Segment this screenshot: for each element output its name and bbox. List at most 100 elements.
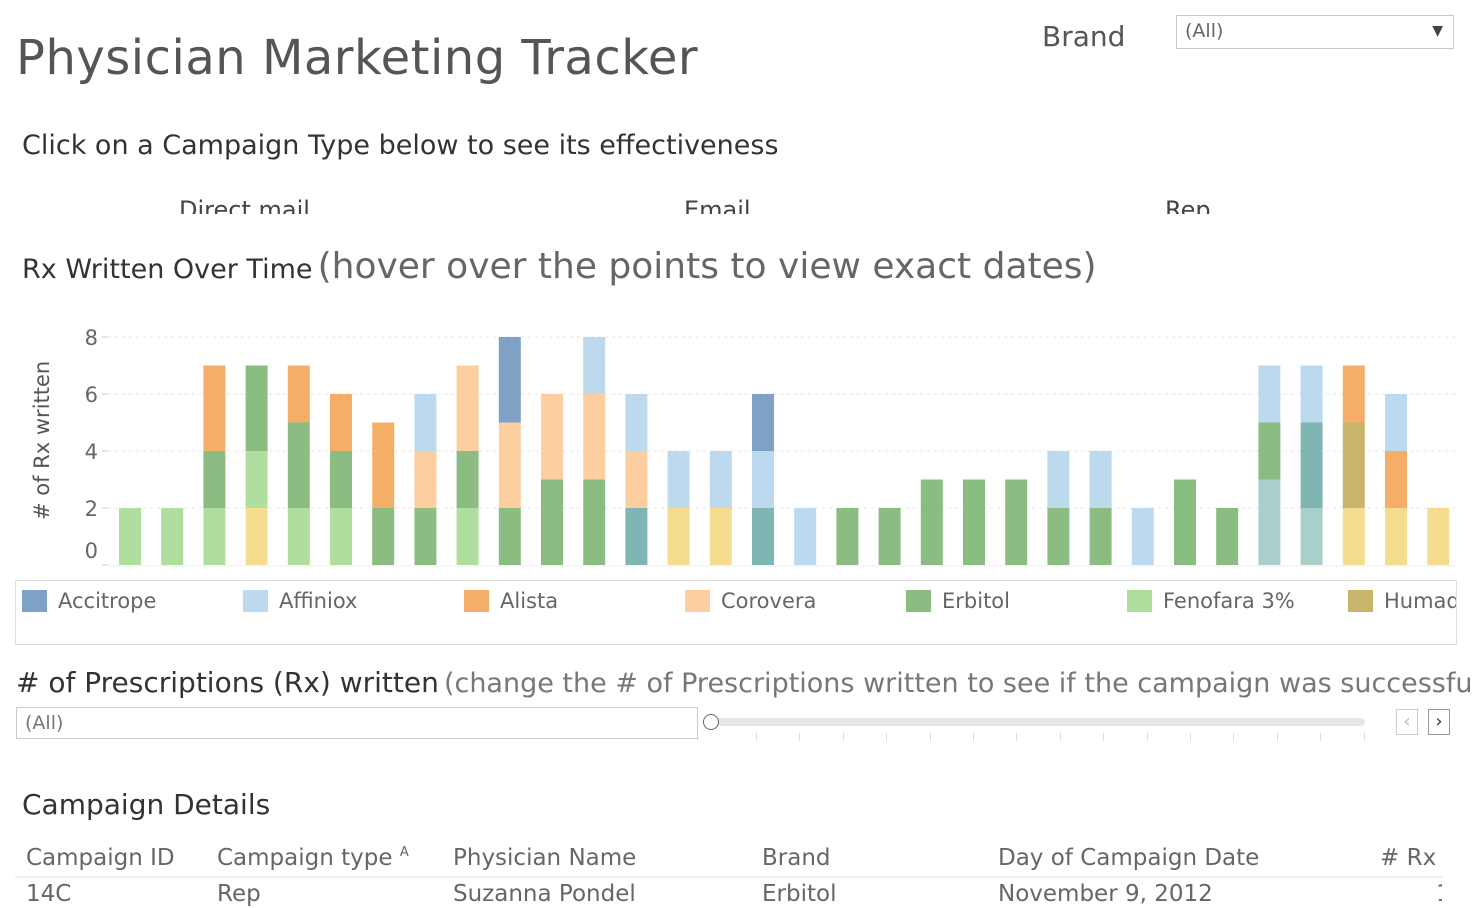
- bar-segment-erbitol[interactable]: [1174, 479, 1196, 566]
- legend-item[interactable]: Corovera: [685, 589, 816, 613]
- bar-segment-erbitol[interactable]: [330, 451, 352, 508]
- bar-segment-fenofara-3-[interactable]: [245, 451, 268, 508]
- bar-segment-erbitol[interactable]: [963, 479, 985, 566]
- bar-segment-alista[interactable]: [1385, 451, 1407, 508]
- bar-segment-corovera[interactable]: [625, 451, 648, 508]
- rx-filter-input[interactable]: (All): [16, 707, 698, 739]
- bar-segment-fenofara-3-[interactable]: [203, 508, 226, 565]
- bar-segment-erbitol[interactable]: [287, 422, 310, 509]
- bar-segment-affiniox[interactable]: [1089, 451, 1112, 508]
- y-tick-label: 2: [85, 497, 98, 521]
- rx-slider-handle[interactable]: [703, 714, 719, 730]
- bar-segment-fenofara-3-[interactable]: [456, 508, 479, 565]
- bar-segment[interactable]: [1342, 508, 1365, 565]
- bar-segment-affiniox[interactable]: [414, 394, 437, 451]
- bar-segment-affiniox[interactable]: [794, 508, 817, 565]
- chevron-right-icon[interactable]: ›: [1428, 709, 1450, 735]
- bar-segment-erbitol[interactable]: [541, 479, 563, 566]
- campaign-type-email[interactable]: Email: [684, 196, 751, 214]
- bar-segment-alista[interactable]: [1342, 365, 1365, 423]
- bar-segment-erbitol[interactable]: [1216, 508, 1239, 565]
- chart-legend: Accitrope Affiniox Alista Corovera Erbitol Fe…: [15, 580, 1457, 645]
- bar-segment-erbitol[interactable]: [1258, 422, 1281, 480]
- sort-az-icon[interactable]: A: [400, 845, 409, 860]
- bar-segment-affiniox[interactable]: [1300, 365, 1323, 423]
- bar-segment-affiniox[interactable]: [667, 451, 690, 508]
- bar-segment-affiniox[interactable]: [1385, 394, 1407, 451]
- bar-segment-erbitol[interactable]: [414, 508, 437, 565]
- column-header[interactable]: Day of Campaign Date: [998, 845, 1259, 871]
- bar-segment-alista[interactable]: [203, 365, 226, 452]
- bar-segment[interactable]: [245, 508, 268, 565]
- bar-segment-erbitol[interactable]: [1005, 479, 1028, 566]
- bar-segment-affiniox[interactable]: [1047, 451, 1070, 508]
- bar-segment-alista[interactable]: [372, 422, 395, 509]
- bar-segment-corovera[interactable]: [583, 394, 606, 480]
- legend-item[interactable]: Erbitol: [906, 589, 1010, 613]
- bar-segment[interactable]: [1385, 508, 1407, 565]
- campaign-type-direct-mail[interactable]: Direct mail: [179, 196, 310, 214]
- legend-swatch: [1348, 590, 1373, 612]
- bar-segment-corovera[interactable]: [498, 422, 521, 509]
- bar-segment-fenofara-3-[interactable]: [161, 508, 184, 565]
- bar-segment-erbitol[interactable]: [836, 508, 859, 565]
- bar-segment-erbitol[interactable]: [203, 451, 226, 508]
- table-cell: 14C: [26, 881, 72, 907]
- column-header[interactable]: Campaign ID: [26, 845, 175, 871]
- bar-segment[interactable]: [1427, 508, 1450, 565]
- chevron-left-icon[interactable]: ‹: [1396, 709, 1418, 735]
- column-header[interactable]: Physician Name: [453, 845, 636, 871]
- slider-tick: [1190, 733, 1191, 741]
- campaign-type-rep[interactable]: Rep: [1165, 196, 1211, 214]
- legend-label: Corovera: [721, 589, 817, 613]
- bar-segment-fenofara-3-[interactable]: [287, 508, 310, 565]
- bar-segment-erbitol[interactable]: [372, 508, 395, 565]
- bar-segment-alista[interactable]: [287, 365, 310, 423]
- bar-segment-corovera[interactable]: [414, 451, 437, 508]
- bar-segment[interactable]: [1258, 479, 1281, 566]
- legend-swatch: [243, 590, 268, 612]
- bar-segment[interactable]: [625, 508, 648, 565]
- legend-item[interactable]: Accitrope: [22, 589, 156, 613]
- rx-slider-track[interactable]: [712, 718, 1365, 726]
- bar-segment-affiniox[interactable]: [583, 337, 606, 394]
- bar-segment-humad[interactable]: [1342, 422, 1365, 509]
- column-header[interactable]: Campaign type A: [217, 845, 409, 871]
- bar-segment[interactable]: [1300, 422, 1323, 509]
- bar-segment-corovera[interactable]: [541, 394, 563, 480]
- bar-segment-erbitol[interactable]: [1089, 508, 1112, 565]
- bar-segment-erbitol[interactable]: [583, 479, 606, 566]
- legend-swatch: [22, 590, 47, 612]
- legend-item[interactable]: Alista: [464, 589, 558, 613]
- rx-bar-chart: 0 2 4 6 8: [85, 326, 1455, 567]
- bar-segment[interactable]: [1300, 508, 1323, 565]
- bar-segment-erbitol[interactable]: [1047, 508, 1070, 565]
- bar-segment[interactable]: [752, 508, 774, 565]
- rx-filter-title: # of Prescriptions (Rx) written (change …: [16, 666, 1472, 699]
- column-header[interactable]: Brand: [762, 845, 831, 871]
- bar-segment-erbitol[interactable]: [456, 451, 479, 508]
- legend-item[interactable]: Affiniox: [243, 589, 357, 613]
- legend-item[interactable]: Humad: [1348, 589, 1456, 613]
- bar-segment-fenofara-3-[interactable]: [119, 508, 141, 565]
- bar-segment-affiniox[interactable]: [1131, 508, 1154, 565]
- bar-segment[interactable]: [667, 508, 690, 565]
- legend-item[interactable]: Fenofara 3%: [1127, 589, 1295, 613]
- bar-segment-erbitol[interactable]: [878, 508, 901, 565]
- bar-segment[interactable]: [709, 508, 732, 565]
- bar-segment-affiniox[interactable]: [625, 394, 648, 451]
- column-header[interactable]: # Rx w: [1380, 845, 1440, 871]
- bar-segment-erbitol[interactable]: [920, 479, 943, 566]
- bar-segment-accitrope[interactable]: [498, 337, 521, 423]
- bar-segment-erbitol[interactable]: [498, 508, 521, 565]
- legend-swatch: [685, 590, 710, 612]
- bar-segment-alista[interactable]: [330, 394, 352, 451]
- bar-segment-affiniox[interactable]: [1258, 365, 1281, 423]
- bar-segment-corovera[interactable]: [456, 365, 479, 452]
- bar-segment-erbitol[interactable]: [245, 365, 268, 452]
- bar-segment-fenofara-3-[interactable]: [330, 508, 352, 565]
- brand-dropdown[interactable]: (All) ▼: [1176, 15, 1454, 49]
- bar-segment-affiniox[interactable]: [752, 451, 774, 508]
- bar-segment-affiniox[interactable]: [709, 451, 732, 508]
- bar-segment-accitrope[interactable]: [752, 394, 774, 451]
